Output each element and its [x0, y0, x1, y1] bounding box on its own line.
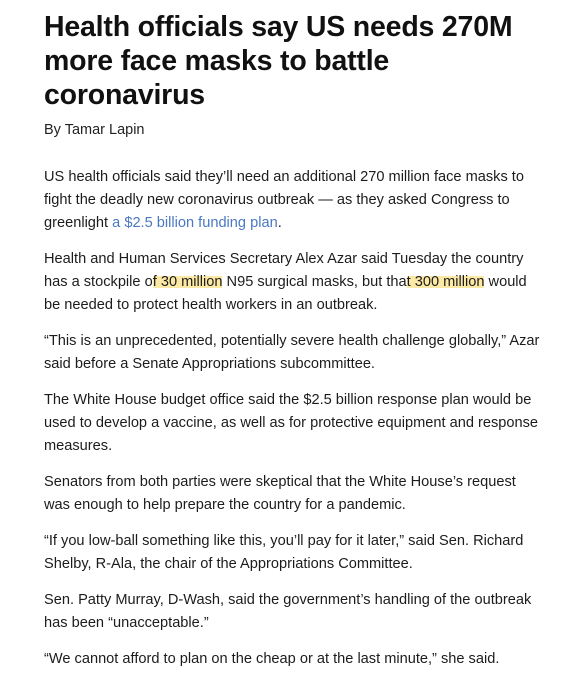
- paragraph-text: N95 surgical masks, but tha: [222, 274, 407, 290]
- paragraph: Sen. Patty Murray, D-Wash, said the gove…: [44, 592, 532, 631]
- paragraph: Senators from both parties were skeptica…: [44, 474, 516, 513]
- paragraph: “We cannot afford to plan on the cheap o…: [44, 651, 500, 667]
- headline: Health officials say US needs 270M more …: [44, 11, 513, 111]
- paragraph: “If you low-ball something like this, yo…: [44, 533, 524, 572]
- article-body: US health officials said they’ll need an…: [44, 166, 544, 671]
- paragraph: US health officials said they’ll need an…: [44, 166, 544, 235]
- paragraph-text: .: [277, 215, 282, 231]
- paragraph: The White House budget office said the $…: [44, 392, 539, 454]
- paragraph: “This is an unprecedented, potentially s…: [44, 333, 540, 372]
- byline: By Tamar Lapin: [44, 122, 145, 138]
- article: Health officials say US needs 270M more …: [44, 10, 544, 684]
- highlight-300-million: t 300 million: [406, 274, 485, 290]
- highlight-30-million: f 30 million: [152, 274, 223, 290]
- paragraph: Health and Human Services Secretary Alex…: [44, 248, 544, 317]
- funding-plan-link[interactable]: a $2.5 billion funding plan: [112, 215, 278, 231]
